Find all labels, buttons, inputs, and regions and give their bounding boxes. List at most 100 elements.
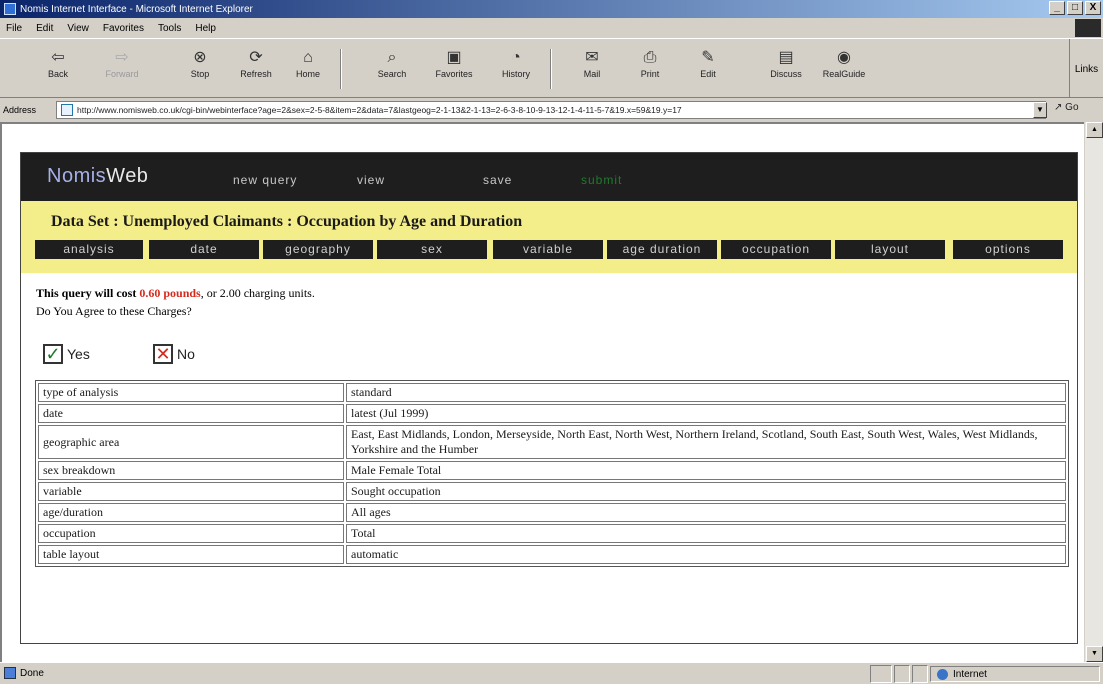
scroll-up-icon[interactable]: ▲ — [1086, 122, 1103, 138]
menu-tools[interactable]: Tools — [158, 23, 181, 34]
tab-occupation[interactable]: occupation — [721, 240, 831, 259]
nav-save[interactable]: save — [483, 173, 512, 187]
mail-label: Mail — [583, 69, 601, 79]
maximize-button[interactable]: □ — [1067, 1, 1083, 15]
home-label: Home — [295, 69, 320, 79]
edit-label: Edit — [700, 69, 716, 79]
page-viewport: NomisWeb new query view save submit Data… — [0, 122, 1084, 662]
menu-favorites[interactable]: Favorites — [103, 23, 144, 34]
history-icon: ◔ — [511, 49, 521, 66]
tab-sex[interactable]: sex — [377, 240, 487, 259]
refresh-button[interactable]: ⟳ Refresh — [234, 47, 278, 91]
row-value: automatic — [346, 545, 1066, 564]
vertical-scrollbar[interactable]: ▲ ▼ — [1084, 122, 1103, 662]
minimize-button[interactable]: _ — [1049, 1, 1065, 15]
row-key: date — [38, 404, 344, 423]
status-bar: Done Internet — [0, 662, 1103, 684]
tab-analysis[interactable]: analysis — [35, 240, 143, 259]
favorites-label: Favorites — [435, 69, 473, 79]
links-bar[interactable]: Links — [1069, 39, 1103, 99]
menu-bar: File Edit View Favorites Tools Help — [0, 18, 1103, 38]
realguide-icon: ◉ — [837, 49, 851, 66]
realguide-button[interactable]: ◉ RealGuide — [822, 47, 866, 91]
stop-icon: ⊗ — [193, 49, 207, 66]
table-row: date latest (Jul 1999) — [38, 404, 1066, 423]
forward-button[interactable]: ⇨ Forward — [100, 47, 144, 91]
charges-question: Do You Agree to these Charges? — [36, 304, 192, 318]
menu-file[interactable]: File — [6, 23, 22, 34]
tab-layout[interactable]: layout — [835, 240, 945, 259]
history-button[interactable]: ◔ History — [494, 47, 538, 91]
search-icon: ⌕ — [387, 49, 397, 66]
history-label: History — [501, 69, 530, 79]
address-input[interactable]: http://www.nomisweb.co.uk/cgi-bin/webint… — [56, 101, 1046, 119]
security-zone: Internet — [930, 666, 1100, 682]
tab-age-duration[interactable]: age duration — [607, 240, 717, 259]
row-key: variable — [38, 482, 344, 501]
forward-label: Forward — [105, 69, 139, 79]
row-value: Male Female Total — [346, 461, 1066, 480]
print-button[interactable]: ⎙ Print — [628, 47, 672, 91]
status-pane — [894, 665, 910, 683]
cross-icon: ✕ — [153, 344, 173, 364]
edit-button[interactable]: ✎ Edit — [686, 47, 730, 91]
address-bar: Address http://www.nomisweb.co.uk/cgi-bi… — [0, 98, 1103, 122]
table-row: table layout automatic — [38, 545, 1066, 564]
home-icon: ⌂ — [303, 49, 313, 66]
mail-icon: ✉ — [585, 49, 599, 66]
yes-label: Yes — [67, 346, 90, 362]
search-button[interactable]: ⌕ Search — [370, 47, 414, 91]
print-icon: ⎙ — [643, 49, 657, 66]
scroll-down-icon[interactable]: ▼ — [1086, 646, 1103, 662]
nav-view[interactable]: view — [357, 173, 385, 187]
home-button[interactable]: ⌂ Home — [286, 47, 330, 91]
mail-button[interactable]: ✉ Mail — [570, 47, 614, 91]
discuss-button[interactable]: ▤ Discuss — [764, 47, 808, 91]
row-value: latest (Jul 1999) — [346, 404, 1066, 423]
checkmark-icon: ✓ — [43, 344, 63, 364]
query-summary-table: type of analysis standard date latest (Jul… — [35, 380, 1069, 567]
menu-view[interactable]: View — [67, 23, 89, 34]
menu-edit[interactable]: Edit — [36, 23, 53, 34]
go-label: Go — [1065, 102, 1079, 113]
row-key: age/duration — [38, 503, 344, 522]
nav-new-query[interactable]: new query — [233, 173, 297, 187]
table-row: geographic area East, East Midlands, Lond… — [38, 425, 1066, 459]
stop-button[interactable]: ⊗ Stop — [178, 47, 222, 91]
cost-notice: This query will cost 0.60 pounds, or 2.0… — [36, 284, 315, 320]
zone-label: Internet — [953, 668, 987, 680]
nomisweb-logo[interactable]: NomisWeb — [47, 165, 148, 188]
tab-geography[interactable]: geography — [263, 240, 373, 259]
back-button[interactable]: ⇦ Back — [36, 47, 80, 91]
close-button[interactable]: X — [1085, 1, 1101, 15]
row-value: East, East Midlands, London, Merseyside,… — [346, 425, 1066, 459]
globe-icon — [937, 668, 948, 680]
edit-icon: ✎ — [701, 49, 715, 66]
status-pane — [912, 665, 928, 683]
page-icon — [61, 104, 73, 116]
row-key: table layout — [38, 545, 344, 564]
search-label: Search — [377, 69, 407, 79]
tab-date[interactable]: date — [149, 240, 259, 259]
forward-arrow-icon: ⇨ — [115, 49, 129, 66]
row-value: Sought occupation — [346, 482, 1066, 501]
tab-options[interactable]: options — [953, 240, 1063, 259]
cost-suffix: , or 2.00 charging units. — [200, 286, 315, 300]
window-titlebar: Nomis Internet Interface - Microsoft Int… — [0, 0, 1103, 18]
no-choice[interactable]: ✕ No — [153, 344, 195, 364]
yes-choice[interactable]: ✓ Yes — [43, 344, 90, 364]
favorites-button[interactable]: ▣ Favorites — [432, 47, 476, 91]
logo-web: Web — [106, 165, 149, 187]
tab-variable[interactable]: variable — [493, 240, 603, 259]
go-button[interactable]: ↗ Go — [1054, 102, 1079, 113]
logo-nomis: Nomis — [47, 165, 107, 187]
menu-help[interactable]: Help — [195, 23, 216, 34]
back-arrow-icon: ⇦ — [51, 49, 65, 66]
nav-submit[interactable]: submit — [581, 173, 622, 187]
row-key: type of analysis — [38, 383, 344, 402]
windows-logo-throbber — [1075, 19, 1101, 37]
print-label: Print — [640, 69, 660, 79]
address-dropdown-button[interactable]: ▼ — [1033, 102, 1047, 118]
row-value: Total — [346, 524, 1066, 543]
back-label: Back — [47, 69, 68, 79]
